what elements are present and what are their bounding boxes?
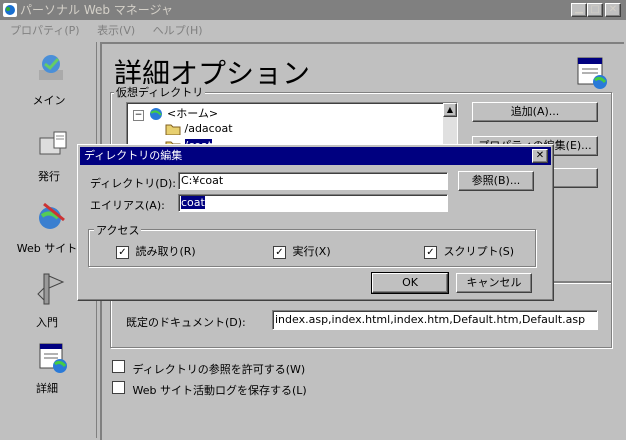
dialog-title: ディレクトリの編集: [84, 149, 183, 162]
read-label: 読み取り(R): [135, 245, 196, 258]
browse-button[interactable]: 参照(B)...: [458, 171, 534, 191]
dialog-close-button[interactable]: ✕: [532, 149, 548, 163]
sidebar-item-advanced[interactable]: 詳細: [4, 340, 96, 400]
execute-label: 実行(X): [292, 245, 331, 258]
script-label: スクリプト(S): [443, 245, 515, 258]
advanced-header-icon: [577, 57, 607, 89]
folder-icon: [165, 124, 181, 136]
cancel-button[interactable]: キャンセル: [456, 273, 532, 293]
menu-help[interactable]: ヘルプ(H): [153, 24, 203, 37]
access-label: アクセス: [94, 222, 142, 238]
sidebar-item-main[interactable]: メイン: [4, 52, 96, 112]
tree-item-home[interactable]: − <ホーム>: [133, 105, 218, 121]
menu-view[interactable]: 表示(V): [97, 24, 135, 37]
directory-input[interactable]: C:¥coat: [178, 172, 448, 190]
default-doc-value: index.asp,index.html,index.htm,Default.h…: [275, 313, 586, 326]
website-icon: [39, 202, 65, 229]
maximize-button[interactable]: □: [587, 3, 603, 17]
default-doc-label: 既定のドキュメント(D):: [126, 316, 246, 329]
dialog-titlebar: ディレクトリの編集 ✕: [80, 147, 551, 165]
window-title: パーソナル Web マネージャ: [20, 3, 173, 17]
default-doc-input[interactable]: index.asp,index.html,index.htm,Default.h…: [272, 310, 598, 330]
save-log-label: Web サイト活動ログを保存する(L): [132, 384, 307, 397]
publish-icon: [39, 131, 67, 155]
execute-option[interactable]: ✓ 実行(X): [273, 243, 331, 259]
virtual-dir-label: 仮想ディレクトリ: [114, 84, 206, 100]
tree-label-home: <ホーム>: [167, 107, 219, 120]
menu-properties[interactable]: プロパティ(P): [10, 24, 80, 37]
ok-button[interactable]: OK: [371, 272, 449, 294]
add-button[interactable]: 追加(A)...: [472, 102, 598, 122]
allow-browse-checkbox[interactable]: [112, 360, 125, 373]
sidebar-label-tour: 入門: [36, 316, 58, 329]
app-icon: [3, 3, 17, 17]
allow-browse-label: ディレクトリの参照を許可する(W): [132, 363, 306, 376]
save-log-checkbox[interactable]: [112, 381, 125, 394]
scroll-up-button[interactable]: ▲: [443, 103, 457, 117]
tree-item-adacoat[interactable]: /adacoat: [165, 122, 233, 136]
main-icon: [39, 55, 63, 80]
close-button[interactable]: ✕: [605, 3, 621, 17]
directory-label: ディレクトリ(D):: [90, 177, 176, 190]
alias-input[interactable]: coat: [178, 194, 448, 212]
alias-label: エイリアス(A):: [90, 199, 165, 212]
edit-directory-dialog: ディレクトリの編集 ✕ ディレクトリ(D): C:¥coat 参照(B)... …: [77, 144, 554, 301]
tree-label-adacoat: /adacoat: [184, 122, 233, 135]
allow-browse-option[interactable]: ディレクトリの参照を許可する(W): [112, 360, 305, 377]
advanced-icon: [39, 343, 67, 373]
minimize-button[interactable]: ▁: [571, 3, 587, 17]
save-log-option[interactable]: Web サイト活動ログを保存する(L): [112, 381, 307, 398]
read-checkbox[interactable]: ✓: [116, 246, 129, 259]
script-checkbox[interactable]: ✓: [424, 246, 437, 259]
read-option[interactable]: ✓ 読み取り(R): [116, 243, 196, 259]
home-globe-icon: [149, 108, 162, 120]
script-option[interactable]: ✓ スクリプト(S): [424, 243, 514, 259]
sidebar-label-main: メイン: [32, 94, 66, 107]
window-titlebar: パーソナル Web マネージャ ▁ □ ✕: [0, 0, 626, 20]
execute-checkbox[interactable]: ✓: [273, 246, 286, 259]
tour-icon: [37, 273, 65, 305]
sidebar-label-advanced: 詳細: [36, 382, 58, 395]
menu-bar: プロパティ(P) 表示(V) ヘルプ(H): [0, 22, 626, 40]
directory-value: C:¥coat: [181, 174, 224, 187]
alias-value: coat: [181, 196, 205, 209]
